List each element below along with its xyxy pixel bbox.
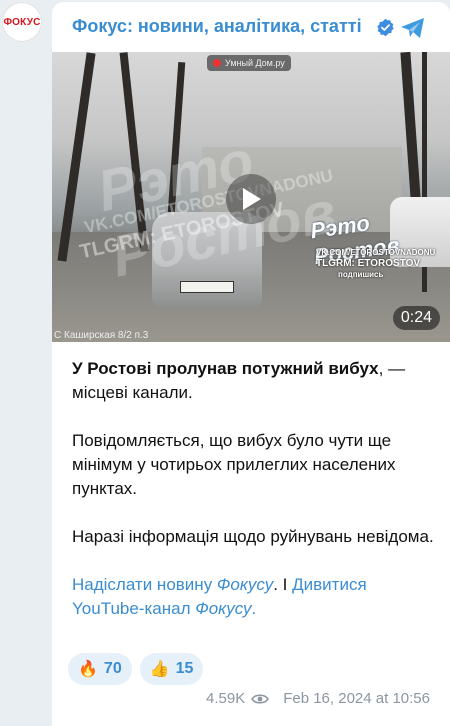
post-paragraph: У Ростові пролунав потужний вибух, — міс… xyxy=(72,357,434,405)
camera-tag-label: Умный Дом.ру xyxy=(225,58,285,68)
post-paragraph: Наразі інформація щодо руйнувань невідом… xyxy=(72,527,434,546)
post-header: Фокус: новини, аналітика, статті xyxy=(72,12,436,42)
post-paragraph: Повідомляється, що вибух було чути ще мі… xyxy=(72,431,396,498)
logo-tlgrm: TLGRM: ETOROSTOV xyxy=(316,258,421,269)
link-end: . xyxy=(251,599,257,618)
video-player[interactable]: Рэто Ростов VK.COM/ETOROSTOVNADONU TLGRM… xyxy=(52,52,450,342)
reaction-count: 15 xyxy=(175,660,194,677)
post-links: Надіслати новину Фокусу. I Дивитися YouT… xyxy=(72,573,434,621)
license-plate xyxy=(180,281,234,293)
video-duration: 0:24 xyxy=(392,306,440,330)
camera-tag: Умный Дом.ру xyxy=(207,55,291,71)
channel-avatar[interactable]: ФОКУС xyxy=(2,2,42,42)
post-date[interactable]: Feb 16, 2024 at 10:56 xyxy=(283,690,430,707)
thumbs-up-icon: 👍 xyxy=(149,661,170,678)
post-lead-bold: У Ростові пролунав потужний вибух xyxy=(72,359,379,378)
view-count: 4.59K xyxy=(206,690,246,707)
play-icon xyxy=(243,188,261,210)
post-footer: 4.59K Feb 16, 2024 at 10:56 xyxy=(206,690,430,707)
logo-subscribe: подпишись xyxy=(338,270,384,279)
channel-name-link[interactable]: Фокус: новини, аналітика, статті xyxy=(72,16,362,37)
reaction-thumbs-up[interactable]: 👍 15 xyxy=(139,653,204,685)
verified-badge-icon xyxy=(377,18,394,37)
eye-icon xyxy=(251,693,270,704)
avatar-label: ФОКУС xyxy=(3,16,41,28)
post-text: У Ростові пролунав потужний вибух, — міс… xyxy=(72,357,434,645)
link-separator: . I xyxy=(273,575,293,594)
camera-logo-icon xyxy=(213,59,221,67)
camera-address: С Каширская 8/2 п.3 xyxy=(54,330,149,341)
reaction-count: 70 xyxy=(103,660,122,677)
post-card: Фокус: новини, аналітика, статті Рэто Ро… xyxy=(52,2,450,726)
reaction-fire[interactable]: 🔥 70 xyxy=(68,653,132,685)
telegram-plane-icon[interactable] xyxy=(400,16,426,40)
source-logo: Рэто Ростов VK.COM/ETOROSTOVNADONU TLGRM… xyxy=(309,210,435,282)
send-news-link[interactable]: Надіслати новину Фокусу xyxy=(72,575,273,594)
logo-vk: VK.COM/ETOROSTOVNADONU xyxy=(316,248,436,257)
fire-icon: 🔥 xyxy=(78,661,98,678)
play-button[interactable] xyxy=(226,174,276,224)
reactions-bar: 🔥 70 👍 15 xyxy=(68,653,204,685)
